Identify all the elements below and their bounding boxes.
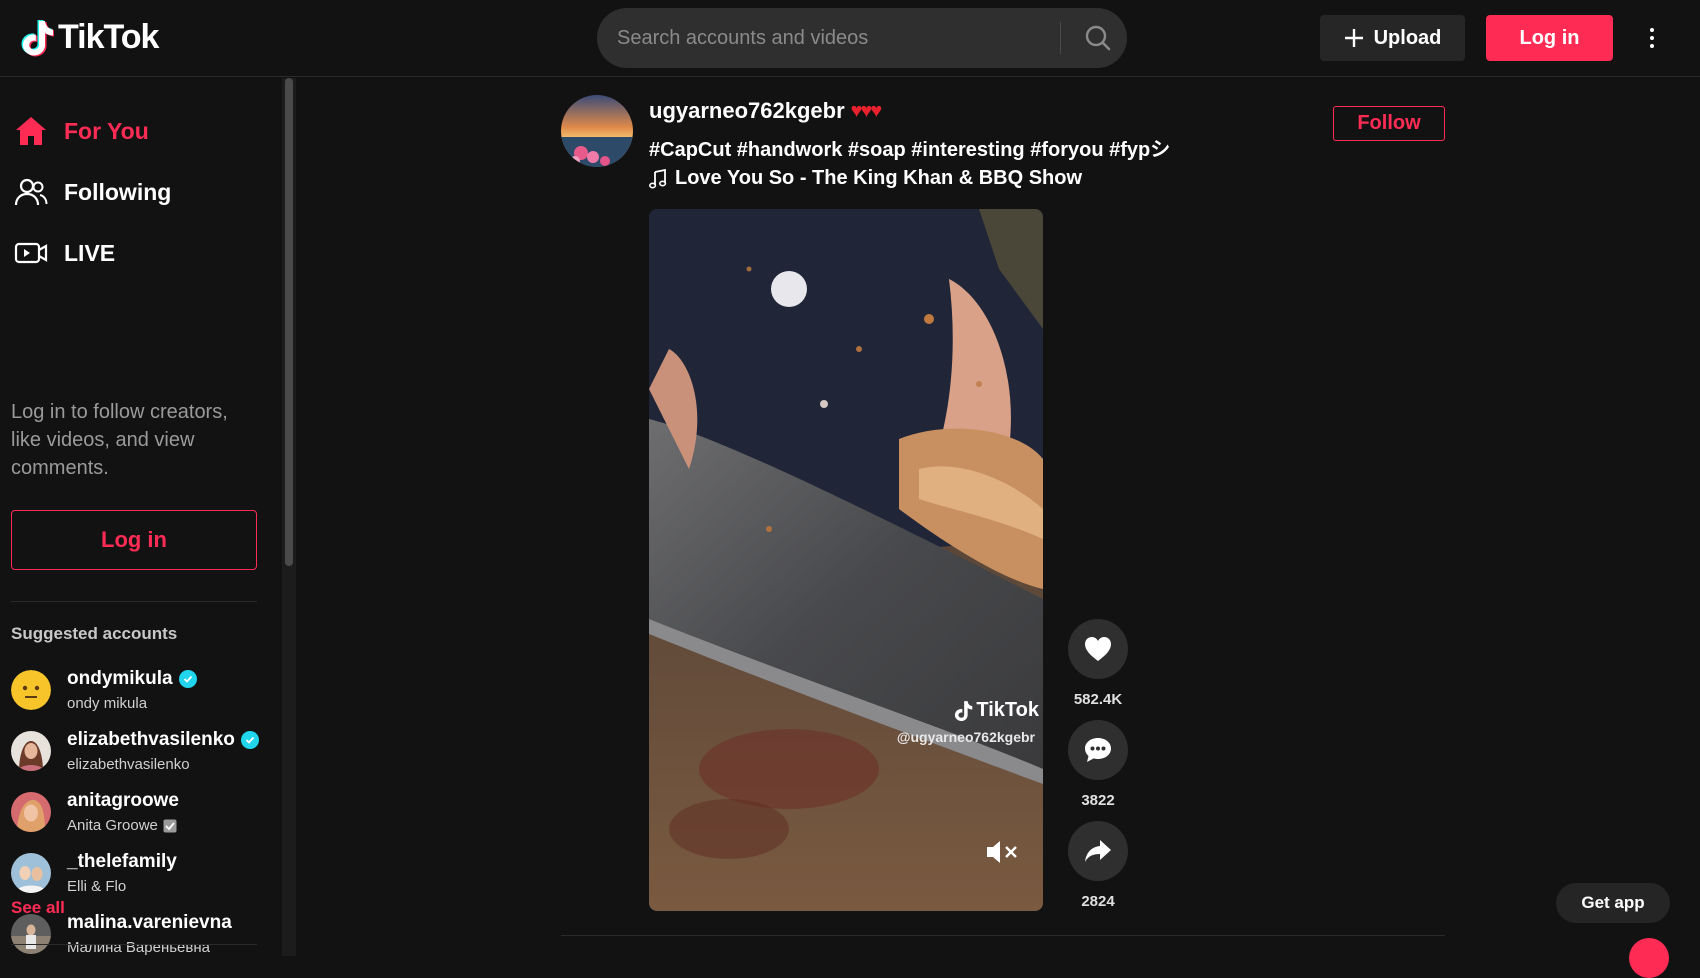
top-bar: TikTok Upload Log in (0, 0, 1700, 77)
account-display-name: elizabethvasilenko (67, 756, 190, 773)
verified-badge-icon (178, 670, 197, 688)
search-icon (1085, 25, 1111, 51)
post-author-username[interactable]: ugyarneo762kgebr ♥♥♥ (649, 98, 883, 124)
account-username: ondymikula (67, 668, 197, 690)
search-button[interactable] (1069, 8, 1127, 68)
music-note-icon (649, 168, 667, 188)
get-app-button[interactable]: Get app (1556, 883, 1670, 923)
avatar (11, 853, 51, 893)
see-all-link[interactable]: See all (11, 898, 65, 918)
comment-count: 3822 (1081, 792, 1115, 809)
verified-badge-icon (240, 731, 259, 749)
account-display-name: Anita Groowe (67, 817, 177, 834)
video-frame (649, 209, 1043, 911)
nav-label: For You (64, 117, 149, 144)
home-icon (16, 117, 46, 145)
video-player[interactable]: TikTok @ugyarneo762kgebr (649, 209, 1043, 911)
search-input[interactable] (617, 8, 1047, 68)
hearts-emoji: ♥♥♥ (850, 99, 883, 122)
share-action[interactable]: 2824 (1068, 821, 1128, 910)
header-login-button[interactable]: Log in (1486, 15, 1613, 61)
logo-text: TikTok (58, 18, 159, 56)
checkbox-icon (163, 819, 177, 832)
divider (11, 601, 257, 602)
account-display-name: Elli & Flo (67, 878, 127, 895)
feed-divider (561, 935, 1445, 936)
like-count: 582.4K (1073, 691, 1123, 708)
tiktok-watermark-icon (955, 700, 973, 721)
post-caption: #CapCut #handwork #soap #interesting #fo… (649, 139, 1171, 161)
account-username: elizabethvasilenko (67, 729, 259, 751)
more-options-icon[interactable] (1640, 22, 1664, 54)
live-icon (14, 242, 48, 264)
share-button[interactable] (1068, 821, 1128, 881)
scroll-to-top-button[interactable] (1629, 938, 1669, 978)
account-display-name: ondy mikula (67, 695, 148, 712)
sidebar-login-button[interactable]: Log in (11, 510, 257, 570)
post-author-avatar[interactable] (561, 95, 633, 167)
like-button[interactable] (1068, 619, 1128, 679)
avatar (11, 670, 51, 710)
tiktok-logo-icon (21, 19, 54, 56)
avatar (11, 792, 51, 832)
volume-muted-icon (987, 841, 1017, 863)
account-username: _thelefamily (67, 851, 177, 872)
comment-button[interactable] (1068, 720, 1128, 780)
suggested-account[interactable]: _thelefamily Elli & Flo (11, 847, 281, 897)
mute-button[interactable] (985, 837, 1021, 867)
watermark-handle: @ugyarneo762kgebr (896, 729, 1035, 745)
divider (11, 944, 257, 945)
account-username: malina.varenievna (67, 912, 232, 933)
avatar (11, 914, 51, 954)
nav-following[interactable]: Following (14, 175, 171, 209)
tiktok-logo[interactable]: TikTok (20, 18, 159, 57)
heart-icon (1085, 637, 1111, 661)
share-icon (1085, 840, 1111, 862)
suggested-account[interactable]: anitagroowe Anita Groowe (11, 786, 281, 836)
upload-label: Upload (1373, 26, 1442, 49)
like-action[interactable]: 582.4K (1068, 619, 1128, 708)
following-icon (14, 178, 48, 206)
watermark-logo: TikTok (889, 699, 1039, 722)
plus-icon (1344, 29, 1363, 47)
suggested-accounts-title: Suggested accounts (11, 624, 178, 643)
avatar (11, 731, 51, 771)
follow-button[interactable]: Follow (1333, 106, 1445, 141)
comment-action[interactable]: 3822 (1068, 720, 1128, 809)
login-prompt-text: Log in to follow creators, like videos, … (11, 401, 228, 479)
account-display-name: Малина Вареньевна (67, 939, 210, 956)
search-bar (597, 8, 1127, 68)
search-divider (1060, 22, 1061, 54)
sidebar-scrollbar[interactable] (282, 78, 296, 956)
suggested-account[interactable]: elizabethvasilenko elizabethvasilenko (11, 725, 281, 775)
scrollbar-thumb[interactable] (285, 78, 293, 566)
nav-for-you[interactable]: For You (14, 114, 149, 148)
comment-icon (1085, 738, 1111, 762)
nav-label: Following (64, 178, 172, 205)
nav-label: LIVE (64, 239, 116, 266)
upload-button[interactable]: Upload (1320, 15, 1465, 61)
post-music[interactable]: Love You So - The King Khan & BBQ Show (649, 167, 1082, 190)
sidebar: For You Following LIVE Log in to follow … (0, 78, 280, 956)
suggested-account[interactable]: ondymikula ondy mikula (11, 664, 281, 714)
share-count: 2824 (1081, 893, 1115, 910)
account-username: anitagroowe (67, 790, 179, 811)
nav-live[interactable]: LIVE (14, 236, 115, 270)
